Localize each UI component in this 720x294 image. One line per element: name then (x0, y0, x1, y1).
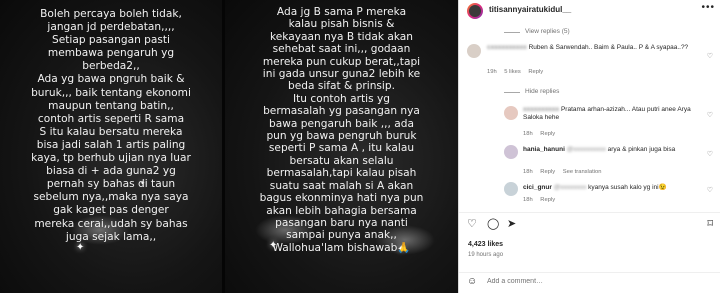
hide-replies-link[interactable]: Hide replies (525, 88, 559, 95)
comment-1: cxxxxxxxxxx Ruben & Sarwendah.. Baim & P… (487, 44, 697, 52)
comment-likes[interactable]: 5 likes (504, 69, 520, 75)
comment-meta: 18h Reply See translation (523, 169, 607, 175)
heart-icon[interactable]: ♡ (707, 150, 713, 158)
mention-link[interactable]: @xxxxxxxxxx (567, 146, 606, 153)
media-slide-2: ✦ ✦ Ada jg B sama P mereka kalau pisah b… (225, 0, 458, 293)
slide-1-text: Boleh percaya boleh tidak, jangan jd per… (31, 8, 191, 243)
comment-meta: 18h Reply (523, 131, 561, 137)
more-horizontal-icon[interactable]: ••• (701, 2, 715, 13)
see-translation-link[interactable]: See translation (563, 169, 602, 175)
comment-meta: 19h 5 likes Reply (487, 69, 549, 75)
avatar[interactable] (504, 106, 518, 120)
comment-time: 18h (523, 131, 533, 137)
comment-username[interactable]: cici_gnur (523, 184, 552, 191)
emoji-icon[interactable]: ☺ (467, 276, 477, 287)
likes-count[interactable]: 4,423 likes (468, 241, 503, 248)
reply-button[interactable]: Reply (528, 69, 543, 75)
comment-input[interactable] (485, 277, 689, 286)
post-username[interactable]: titisannyairatukidul__ (489, 5, 571, 14)
avatar[interactable] (467, 44, 481, 58)
reply-1: xxxxxxxxxx Pratama arhan-azizah... Atau … (523, 106, 701, 122)
action-bar: ♡ ◯ ➤ ⌑ (459, 212, 720, 233)
comment-meta: 18h Reply (523, 197, 561, 203)
reply-button[interactable]: Reply (540, 131, 555, 137)
view-replies-link[interactable]: View replies (5) (525, 28, 570, 35)
reply-button[interactable]: Reply (540, 197, 555, 203)
divider-line (504, 92, 520, 93)
reply-3: cici_gnur @xxxxxxxx kyanya susah kalo yg… (523, 184, 701, 192)
avatar[interactable] (467, 3, 483, 19)
post-time: 19 hours ago (468, 252, 504, 258)
comment-text: arya & pinkan juga bisa (607, 146, 676, 153)
post-viewer: ✦ ✦ Boleh percaya boleh tidak, jangan jd… (0, 0, 720, 293)
comment-time: 18h (523, 197, 533, 203)
heart-icon[interactable]: ♡ (707, 52, 713, 60)
post-header: titisannyairatukidul__ ••• (459, 0, 720, 22)
comment-username[interactable]: xxxxxxxxxx (523, 106, 559, 113)
comment-text: Ruben & Sarwendah.. Baim & Paula.. P & A… (528, 44, 689, 51)
slide-2-text: Ada jg B sama P mereka kalau pisah bisni… (259, 6, 424, 254)
share-icon[interactable]: ➤ (507, 217, 516, 230)
comment-text: kyanya susah kalo yg ini😉 (588, 184, 667, 191)
reply-2: hania_hanuni @xxxxxxxxxx arya & pinkan j… (523, 146, 701, 154)
heart-icon[interactable]: ♡ (707, 111, 713, 119)
mention-link[interactable]: @xxxxxxxx (554, 184, 587, 191)
comments-panel: titisannyairatukidul__ ••• View replies … (458, 0, 720, 293)
post-media[interactable]: ✦ ✦ Boleh percaya boleh tidak, jangan jd… (0, 0, 458, 293)
heart-icon[interactable]: ♡ (467, 217, 477, 230)
bookmark-icon[interactable]: ⌑ (707, 217, 713, 230)
add-comment-bar: ☺ (459, 272, 720, 294)
heart-icon[interactable]: ♡ (707, 186, 713, 194)
comment-username[interactable]: cxxxxxxxxxx (487, 44, 527, 51)
comment-time: 19h (487, 69, 497, 75)
avatar[interactable] (504, 145, 518, 159)
comment-icon[interactable]: ◯ (487, 217, 499, 230)
avatar[interactable] (504, 182, 518, 196)
divider-line (504, 32, 520, 33)
comment-username[interactable]: hania_hanuni (523, 146, 565, 153)
comment-time: 18h (523, 169, 533, 175)
media-slide-1: ✦ ✦ Boleh percaya boleh tidak, jangan jd… (0, 0, 222, 293)
reply-button[interactable]: Reply (540, 169, 555, 175)
